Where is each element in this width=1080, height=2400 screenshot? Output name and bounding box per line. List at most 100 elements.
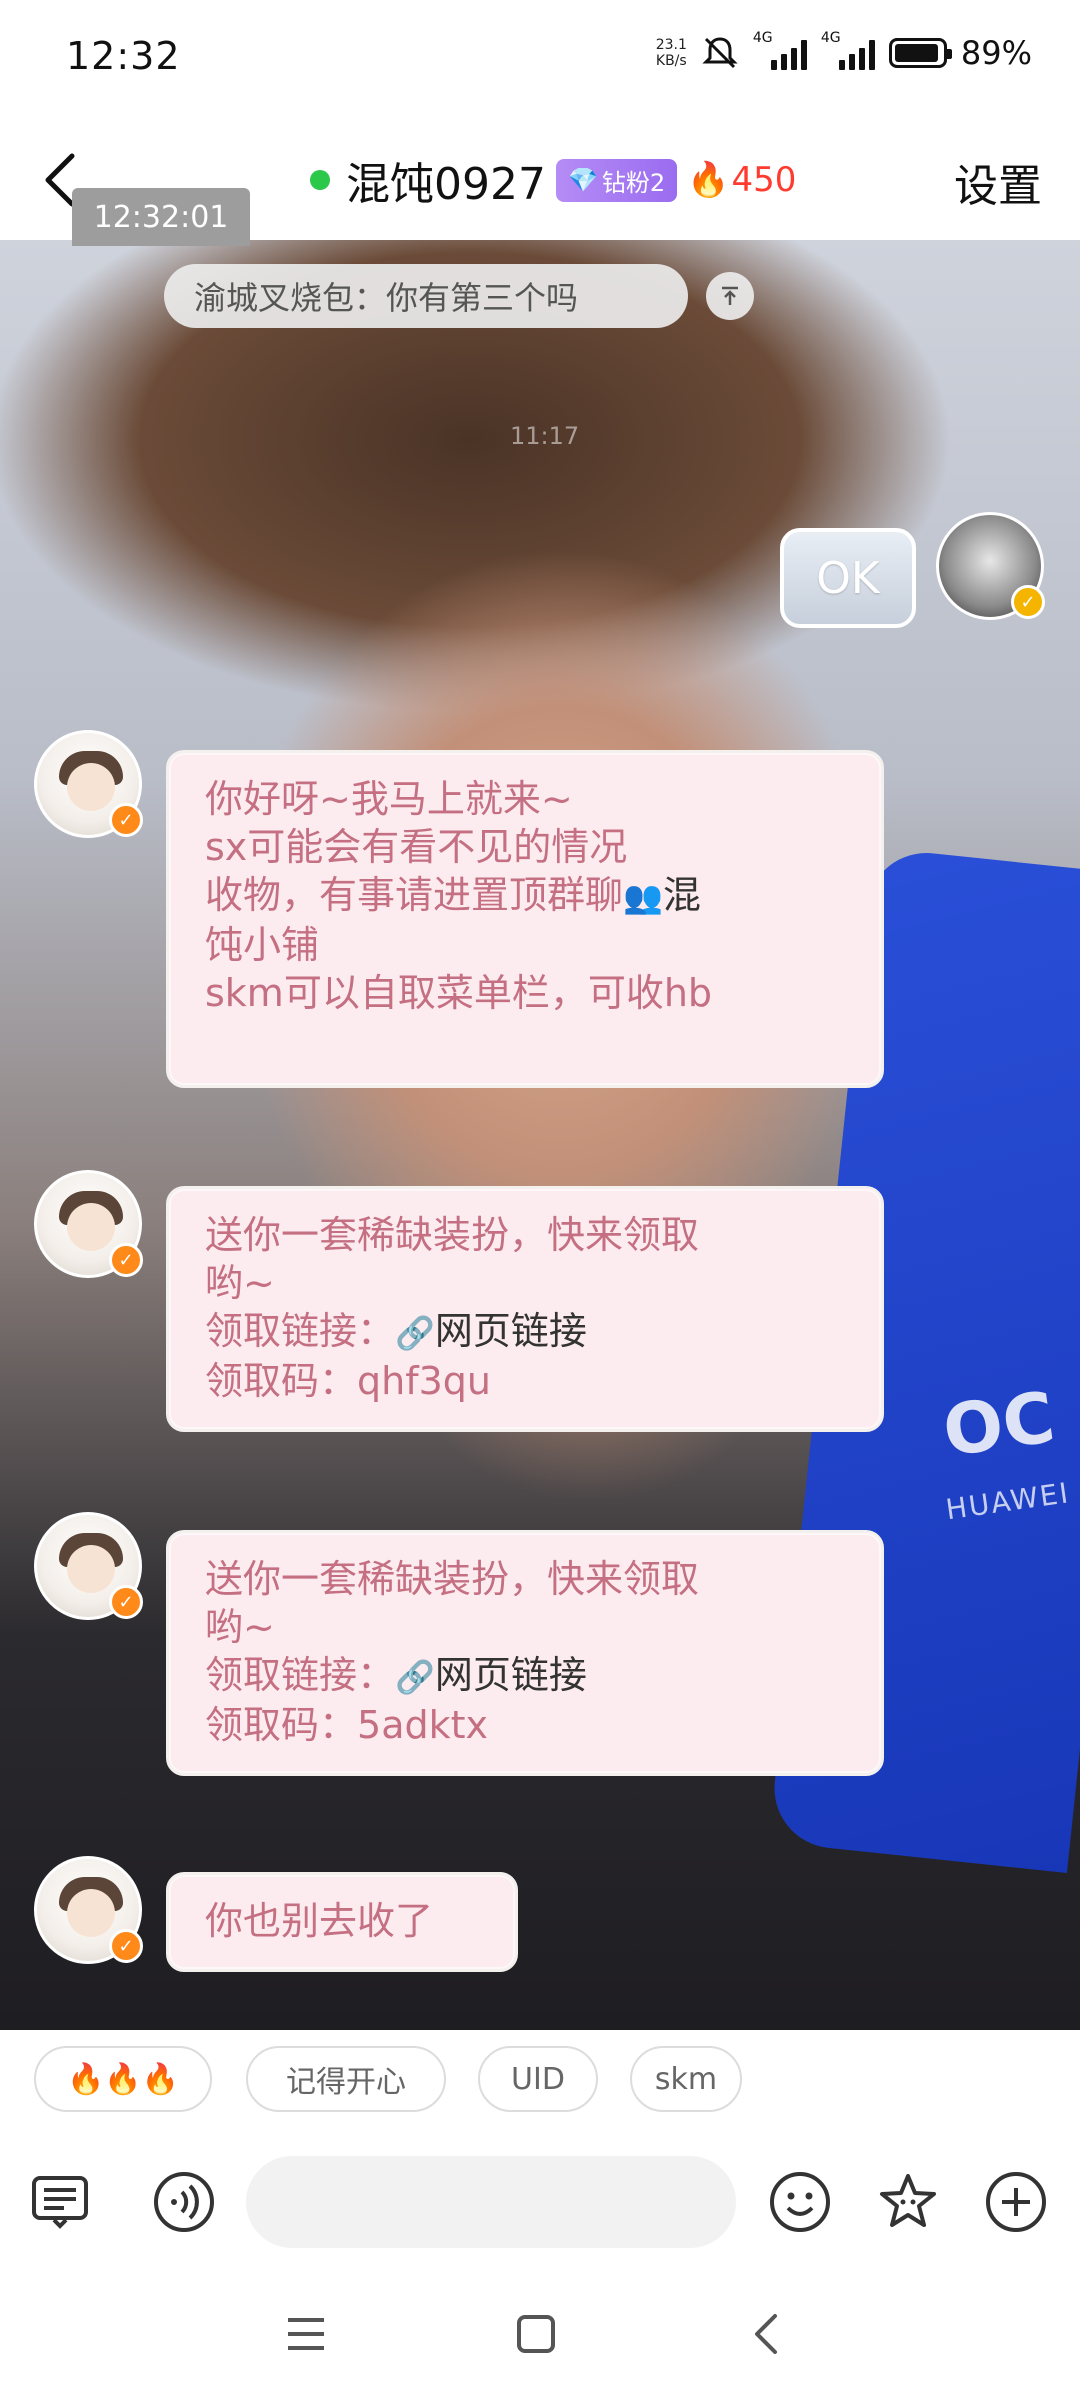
- group-link[interactable]: 混: [663, 873, 701, 917]
- claim-link-line: 领取链接：🔗网页链接: [205, 1307, 845, 1357]
- spark-count[interactable]: 🔥 450: [687, 160, 796, 200]
- claim-code-line: 领取码：qhf3qu: [205, 1357, 845, 1405]
- battery-icon: [888, 38, 952, 68]
- mute-icon: [702, 37, 738, 69]
- voice-button[interactable]: [152, 2170, 216, 2234]
- link-icon: 🔗: [395, 1314, 435, 1352]
- message-line-text: 收物，有事请进置顶群聊: [205, 873, 624, 917]
- message-bubble[interactable]: 送你一套稀缺装扮，快来领取 哟~ 领取链接：🔗网页链接 领取码：qhf3qu: [166, 1186, 884, 1432]
- status-right: 23.1 KB/s 4G 4G 89%: [656, 30, 1032, 72]
- status-time: 12:32: [66, 34, 181, 78]
- avatar-face: [67, 1889, 115, 1937]
- diamond-icon: 💎: [567, 166, 598, 194]
- keyboard-toggle-button[interactable]: [28, 2170, 92, 2234]
- fan-level-label: 钻粉2: [601, 168, 666, 197]
- message-line: sx可能会有看不见的情况: [205, 825, 628, 869]
- signal-icon-2: 4G: [821, 30, 875, 70]
- voice-icon: [154, 2172, 214, 2232]
- emoji-button[interactable]: [768, 2170, 832, 2234]
- claim-link-label: 领取链接：: [205, 1309, 396, 1353]
- net-speed: 23.1 KB/s: [656, 37, 687, 69]
- message-line: skm可以自取菜单栏，可收hb: [205, 971, 713, 1015]
- spark-count-value: 450: [731, 160, 797, 200]
- phone-logo: OC: [938, 1376, 1060, 1473]
- claim-code: 5adktx: [357, 1703, 488, 1747]
- avatar-face: [67, 1203, 115, 1251]
- sticker-icon: [880, 2174, 936, 2227]
- verified-badge-icon: ✓: [109, 803, 143, 837]
- keyboard-icon: [32, 2176, 88, 2229]
- quick-reply-chip[interactable]: skm: [630, 2046, 742, 2112]
- system-back-button[interactable]: [736, 2304, 796, 2364]
- message-line: 收物，有事请进置顶群聊👥混: [205, 871, 845, 921]
- message-line: 送你一套稀缺装扮，快来领取: [205, 1557, 700, 1601]
- verified-badge-icon: ✓: [109, 1929, 143, 1963]
- claim-link-line: 领取链接：🔗网页链接: [205, 1651, 845, 1701]
- message-timestamp: 11:17: [510, 422, 580, 450]
- claim-code-label: 领取码：: [205, 1703, 358, 1747]
- signal-icon: 4G: [753, 30, 807, 70]
- sender-avatar[interactable]: ✓: [34, 1512, 143, 1620]
- message-bubble[interactable]: 你也别去收了: [166, 1872, 518, 1972]
- message-line: 饨小铺: [205, 923, 320, 967]
- menu-button[interactable]: [276, 2304, 336, 2364]
- signal2-label: 4G: [820, 30, 841, 46]
- message-line: 哟~: [205, 1605, 275, 1649]
- net-speed-unit: KB/s: [655, 53, 687, 69]
- web-link[interactable]: 网页链接: [435, 1309, 587, 1353]
- verified-badge-icon: ✓: [1011, 585, 1045, 619]
- emoji-icon: [770, 2172, 830, 2232]
- verified-badge-icon: ✓: [109, 1243, 143, 1277]
- pin-collapse-button[interactable]: [706, 272, 754, 320]
- settings-button[interactable]: 设置: [954, 150, 1042, 214]
- message-line: 哟~: [205, 1261, 275, 1305]
- message-input[interactable]: [246, 2156, 736, 2248]
- message-line: 送你一套稀缺装扮，快来领取: [205, 1213, 700, 1257]
- sender-avatar[interactable]: ✓: [34, 1856, 143, 1964]
- self-avatar[interactable]: ✓: [936, 512, 1045, 620]
- sticker-button[interactable]: [876, 2170, 940, 2234]
- avatar-face: [67, 763, 115, 811]
- net-speed-value: 23.1: [655, 37, 687, 53]
- self-message-bubble[interactable]: OK: [780, 528, 916, 628]
- back-icon: [755, 2314, 777, 2354]
- web-link[interactable]: 网页链接: [435, 1653, 587, 1697]
- time-overlay: 12:32:01: [72, 188, 250, 246]
- sender-avatar[interactable]: ✓: [34, 730, 143, 838]
- message-line: 你也别去收了: [205, 1899, 434, 1943]
- quick-reply-chip[interactable]: UID: [478, 2046, 598, 2112]
- plus-icon: [986, 2172, 1046, 2232]
- quick-reply-bar: 🔥🔥🔥 记得开心 UID skm: [0, 2030, 1080, 2136]
- message-bubble[interactable]: 送你一套稀缺装扮，快来领取 哟~ 领取链接：🔗网页链接 领取码：5adktx: [166, 1530, 884, 1776]
- menu-icon: [288, 2318, 324, 2350]
- claim-link-label: 领取链接：: [205, 1653, 396, 1697]
- quick-reply-chip[interactable]: 记得开心: [246, 2046, 446, 2112]
- pinned-message-banner[interactable]: 渝城叉烧包：你有第三个吗: [164, 264, 688, 328]
- online-status-dot: [310, 170, 330, 190]
- status-bar: 12:32 23.1 KB/s 4G 4G 89%: [0, 0, 1080, 120]
- home-icon: [517, 2315, 555, 2353]
- signal1-label: 4G: [752, 30, 773, 46]
- input-bar: [0, 2136, 1080, 2264]
- claim-code-line: 领取码：5adktx: [205, 1701, 845, 1749]
- home-button[interactable]: [506, 2304, 566, 2364]
- battery-percent: 89%: [960, 34, 1032, 72]
- sender-avatar[interactable]: ✓: [34, 1170, 143, 1278]
- claim-code-label: 领取码：: [205, 1359, 358, 1403]
- title-group[interactable]: 混饨0927 💎 钻粉2 🔥 450: [310, 148, 796, 212]
- chat-title: 混饨0927: [346, 159, 546, 210]
- quick-reply-chip[interactable]: 🔥🔥🔥: [34, 2046, 212, 2112]
- message-line: 你好呀~我马上就来~: [205, 777, 573, 821]
- claim-code: qhf3qu: [357, 1359, 491, 1403]
- fan-level-badge[interactable]: 💎 钻粉2: [555, 158, 678, 202]
- fire-icon: 🔥: [687, 160, 730, 200]
- avatar-face: [67, 1545, 115, 1593]
- message-bubble[interactable]: 你好呀~我马上就来~ sx可能会有看不见的情况 收物，有事请进置顶群聊👥混 饨小…: [166, 750, 884, 1088]
- collapse-up-icon: [722, 286, 738, 305]
- verified-badge-icon: ✓: [109, 1585, 143, 1619]
- more-button[interactable]: [984, 2170, 1048, 2234]
- system-nav-bar: [0, 2264, 1080, 2400]
- chat-area[interactable]: OC HUAWEI 渝城叉烧包：你有第三个吗 11:17 OK ✓ ✓ 你好呀~…: [0, 240, 1080, 2030]
- group-chat-icon: 👥: [623, 878, 663, 916]
- link-icon: 🔗: [395, 1658, 435, 1696]
